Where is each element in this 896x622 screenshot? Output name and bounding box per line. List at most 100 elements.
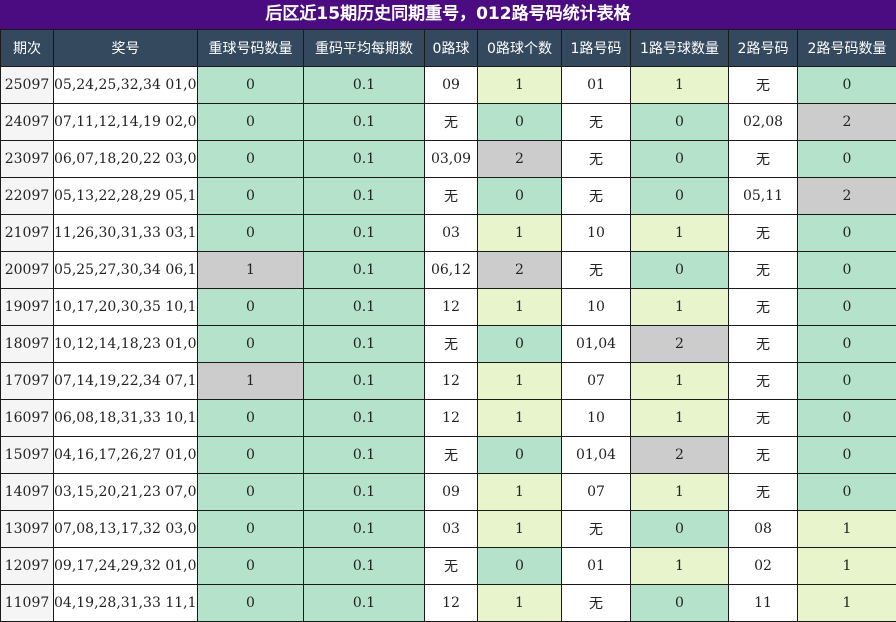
route1-numbers-cell: 无 [562, 585, 631, 622]
route1-count-cell: 1 [631, 363, 729, 400]
route0-balls-cell: 无 [425, 326, 478, 363]
route2-count-cell: 0 [798, 363, 896, 400]
route1-numbers-cell: 01,04 [562, 437, 631, 474]
repeat-count-cell: 0 [198, 511, 304, 548]
route1-numbers-cell: 01 [562, 548, 631, 585]
table-row: 2409707,11,12,14,19 02,0800.1无0无002,082 [1, 104, 896, 141]
table-row: 1509704,16,17,26,27 01,0400.1无001,042无0 [1, 437, 896, 474]
draw-numbers-cell: 11,26,30,31,33 03,10 [54, 215, 198, 252]
repeat-count-cell: 0 [198, 215, 304, 252]
route0-balls-cell: 12 [425, 363, 478, 400]
route2-count-cell: 1 [798, 548, 896, 585]
route1-count-cell: 1 [631, 215, 729, 252]
route2-numbers-cell: 无 [729, 141, 798, 178]
route2-numbers-cell: 无 [729, 289, 798, 326]
repeat-count-cell: 0 [198, 400, 304, 437]
repeat-average-cell: 0.1 [304, 437, 425, 474]
draw-numbers-cell: 05,25,27,30,34 06,12 [54, 252, 198, 289]
period-cell: 22097 [1, 178, 54, 215]
repeat-average-cell: 0.1 [304, 511, 425, 548]
header-route1-numbers: 1路号码 [562, 30, 631, 67]
route1-count-cell: 0 [631, 178, 729, 215]
route2-count-cell: 0 [798, 437, 896, 474]
route1-numbers-cell: 无 [562, 252, 631, 289]
route0-balls-cell: 06,12 [425, 252, 478, 289]
route2-numbers-cell: 08 [729, 511, 798, 548]
route2-count-cell: 0 [798, 215, 896, 252]
route0-count-cell: 1 [478, 400, 562, 437]
route0-count-cell: 0 [478, 437, 562, 474]
route0-count-cell: 1 [478, 511, 562, 548]
route0-count-cell: 0 [478, 178, 562, 215]
route1-count-cell: 1 [631, 67, 729, 104]
header-repeat-average: 重码平均每期数 [304, 30, 425, 67]
table-body: 2509705,24,25,32,34 01,0900.1091011无0240… [1, 67, 896, 622]
route1-numbers-cell: 07 [562, 363, 631, 400]
route0-balls-cell: 09 [425, 67, 478, 104]
route1-count-cell: 0 [631, 104, 729, 141]
period-cell: 12097 [1, 548, 54, 585]
route2-numbers-cell: 11 [729, 585, 798, 622]
period-cell: 24097 [1, 104, 54, 141]
repeat-average-cell: 0.1 [304, 585, 425, 622]
header-repeat-count: 重球号码数量 [198, 30, 304, 67]
table-row: 1609706,08,18,31,33 10,1200.1121101无0 [1, 400, 896, 437]
table-row: 1309707,08,13,17,32 03,0800.1031无0081 [1, 511, 896, 548]
route1-count-cell: 0 [631, 141, 729, 178]
route1-numbers-cell: 07 [562, 474, 631, 511]
route0-count-cell: 1 [478, 289, 562, 326]
route0-count-cell: 0 [478, 326, 562, 363]
route2-numbers-cell: 无 [729, 437, 798, 474]
repeat-average-cell: 0.1 [304, 326, 425, 363]
repeat-average-cell: 0.1 [304, 215, 425, 252]
repeat-average-cell: 0.1 [304, 141, 425, 178]
table-row: 2509705,24,25,32,34 01,0900.1091011无0 [1, 67, 896, 104]
period-cell: 23097 [1, 141, 54, 178]
route1-count-cell: 0 [631, 511, 729, 548]
repeat-count-cell: 0 [198, 67, 304, 104]
route0-count-cell: 1 [478, 363, 562, 400]
route0-balls-cell: 09 [425, 474, 478, 511]
draw-numbers-cell: 04,16,17,26,27 01,04 [54, 437, 198, 474]
repeat-average-cell: 0.1 [304, 67, 425, 104]
route2-count-cell: 0 [798, 289, 896, 326]
route1-count-cell: 2 [631, 437, 729, 474]
route1-numbers-cell: 无 [562, 511, 631, 548]
route0-count-cell: 1 [478, 474, 562, 511]
header-route0-count: 0路球个数 [478, 30, 562, 67]
repeat-count-cell: 1 [198, 363, 304, 400]
table-row: 1109704,19,28,31,33 11,1200.1121无0111 [1, 585, 896, 622]
repeat-average-cell: 0.1 [304, 178, 425, 215]
route2-count-cell: 0 [798, 400, 896, 437]
repeat-count-cell: 0 [198, 104, 304, 141]
period-cell: 19097 [1, 289, 54, 326]
repeat-average-cell: 0.1 [304, 252, 425, 289]
header-row: 期次 奖号 重球号码数量 重码平均每期数 0路球 0路球个数 1路号码 1路号球… [1, 30, 896, 67]
route2-numbers-cell: 02,08 [729, 104, 798, 141]
route2-count-cell: 0 [798, 67, 896, 104]
route2-numbers-cell: 无 [729, 252, 798, 289]
route0-balls-cell: 03 [425, 215, 478, 252]
route2-count-cell: 2 [798, 178, 896, 215]
route2-numbers-cell: 无 [729, 363, 798, 400]
table-row: 1709707,14,19,22,34 07,1210.1121071无0 [1, 363, 896, 400]
route0-count-cell: 2 [478, 252, 562, 289]
route2-numbers-cell: 无 [729, 474, 798, 511]
route1-count-cell: 2 [631, 326, 729, 363]
route0-count-cell: 1 [478, 67, 562, 104]
period-cell: 13097 [1, 511, 54, 548]
header-route1-count: 1路号球数量 [631, 30, 729, 67]
draw-numbers-cell: 05,24,25,32,34 01,09 [54, 67, 198, 104]
draw-numbers-cell: 03,15,20,21,23 07,09 [54, 474, 198, 511]
header-route0-balls: 0路球 [425, 30, 478, 67]
route1-numbers-cell: 10 [562, 400, 631, 437]
route0-balls-cell: 无 [425, 178, 478, 215]
header-route2-count: 2路号码数量 [798, 30, 896, 67]
route1-count-cell: 0 [631, 252, 729, 289]
draw-numbers-cell: 07,14,19,22,34 07,12 [54, 363, 198, 400]
draw-numbers-cell: 09,17,24,29,32 01,02 [54, 548, 198, 585]
route1-count-cell: 0 [631, 585, 729, 622]
route2-numbers-cell: 无 [729, 215, 798, 252]
route0-balls-cell: 12 [425, 585, 478, 622]
period-cell: 25097 [1, 67, 54, 104]
